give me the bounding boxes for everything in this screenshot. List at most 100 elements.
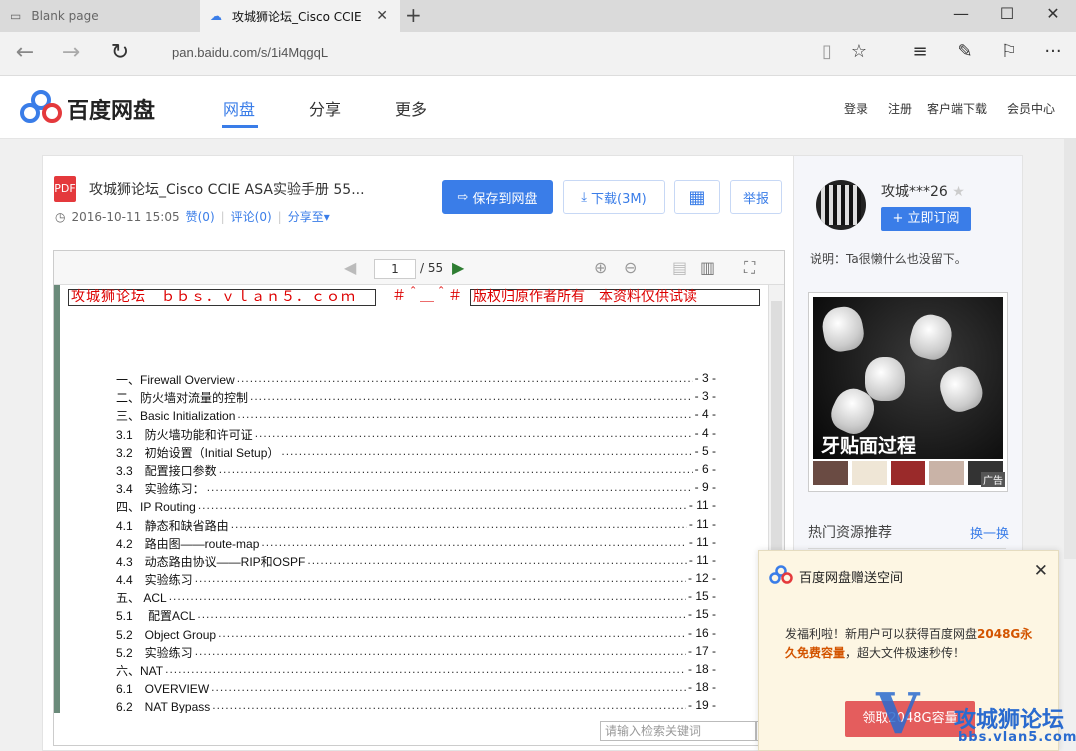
divider: | xyxy=(277,209,282,224)
toc-row: 三、Basic Initialization..................… xyxy=(116,407,716,426)
toc-entry-title: 五、 ACL xyxy=(116,589,169,608)
fullscreen-icon[interactable]: ⛶ xyxy=(744,258,755,278)
toc-leader: ........................................… xyxy=(206,480,693,495)
toc-leader: ........................................… xyxy=(236,371,693,385)
share-to-link[interactable]: 分享至▾ xyxy=(288,208,330,225)
login-link[interactable]: 登录 xyxy=(844,100,868,117)
toc-row: 5.1 配置ACL...............................… xyxy=(116,607,716,626)
toc-page-number: - 16 - xyxy=(685,625,716,644)
nav-more[interactable]: 更多 xyxy=(395,96,427,120)
save-to-pan-button[interactable]: ⇨ 保存到网盘 xyxy=(442,180,553,214)
toc-entry-title: 5.1 配置ACL xyxy=(116,607,198,626)
popup-text-a: 发福利啦！新用户可以获得百度网盘 xyxy=(785,627,978,641)
minimize-button[interactable]: — xyxy=(938,4,984,23)
report-button[interactable]: 举报 xyxy=(730,180,782,214)
page-scrollbar[interactable] xyxy=(1064,139,1076,559)
toc-page-number: - 17 - xyxy=(685,643,716,662)
toc-page-number: - 4 - xyxy=(692,425,716,444)
nav-pan[interactable]: 网盘 xyxy=(223,96,255,120)
username-text: 攻城***26 xyxy=(881,184,948,200)
hub-icon[interactable]: ≡ xyxy=(908,41,932,62)
page-icon: ▭ xyxy=(10,9,22,23)
toc-page-number: - 19 - xyxy=(685,698,716,713)
zoom-out-icon[interactable]: ⊖ xyxy=(624,258,637,277)
new-tab-button[interactable]: + xyxy=(405,3,422,27)
single-page-icon[interactable]: ▤ xyxy=(672,258,687,277)
toc-page-number: - 18 - xyxy=(685,662,716,681)
toc-leader: ........................................… xyxy=(194,643,686,658)
reading-view-icon[interactable]: ▯ xyxy=(815,41,839,62)
toc-row: 4.3 动态路由协议——RIP和OSPF....................… xyxy=(116,552,716,572)
like-link[interactable]: 赞(0) xyxy=(186,208,215,225)
toc-leader: ........................................… xyxy=(197,498,687,513)
toc-page-number: - 5 - xyxy=(692,443,716,462)
tooth-shape xyxy=(865,357,905,401)
doc-search-input[interactable]: 请输入检索关键词 xyxy=(600,721,756,741)
toc-entry-title: 5.2 Object Group xyxy=(116,625,219,644)
share-icon[interactable]: ⚐ xyxy=(997,41,1021,62)
download-icon: ⤓ xyxy=(581,189,588,205)
toc-leader: ........................................… xyxy=(218,461,693,476)
toc-entry-title: 二、防火墙对流量的控制 xyxy=(116,389,251,408)
favorite-star-icon[interactable]: ☆ xyxy=(847,41,871,62)
close-tab-icon[interactable]: ✕ xyxy=(376,8,388,24)
ad-banner[interactable]: 牙贴面过程 广告 xyxy=(808,292,1008,492)
double-page-icon[interactable]: ▥ xyxy=(700,258,715,277)
toc-row: 3.4 实验练习：...............................… xyxy=(116,480,716,499)
toc-page-number: - 4 - xyxy=(692,407,716,426)
web-note-icon[interactable]: ✎ xyxy=(953,41,977,62)
site-logo-text[interactable]: 百度网盘 xyxy=(67,93,155,125)
close-window-button[interactable]: ✕ xyxy=(1030,4,1076,23)
forward-icon[interactable]: → xyxy=(56,40,86,65)
download-button[interactable]: ⤓ 下载(3M) xyxy=(563,180,665,214)
member-center-link[interactable]: 会员中心 xyxy=(1007,100,1055,117)
site-header: 百度网盘 网盘 分享 更多 登录 注册 客户端下载 会员中心 xyxy=(0,76,1076,139)
pdf-icon: PDF xyxy=(54,176,76,202)
refresh-hot-link[interactable]: 换一换 xyxy=(970,523,1009,542)
toc-leader: ........................................… xyxy=(307,552,687,567)
register-link[interactable]: 注册 xyxy=(888,100,912,117)
avatar[interactable] xyxy=(816,180,866,230)
toc-entry-title: 5.2 实验练习 xyxy=(116,643,195,662)
toc-leader: ........................................… xyxy=(168,589,686,604)
chevron-down-icon: ▾ xyxy=(323,210,330,224)
toc-entry-title: 一、Firewall Overview xyxy=(116,371,237,390)
page-number-input[interactable]: 1 xyxy=(374,259,416,279)
address-bar: ← → ↻ pan.baidu.com/s/1i4MqgqL ▯ ☆ ≡ ✎ ⚐… xyxy=(0,32,1076,76)
clock-icon: ◷ xyxy=(55,209,66,224)
close-icon[interactable]: ✕ xyxy=(1034,561,1048,581)
back-icon[interactable]: ← xyxy=(10,40,40,65)
toc-row: 3.3 配置接口参数..............................… xyxy=(116,461,716,481)
url-field[interactable]: pan.baidu.com/s/1i4MqgqL xyxy=(172,45,328,60)
ad-thumbnail[interactable] xyxy=(851,461,887,485)
toc-row: 六、NAT...................................… xyxy=(116,662,716,681)
file-card: PDF 攻城狮论坛_Cisco CCIE ASA实验手册 55... ◷ 201… xyxy=(42,155,794,751)
toc-leader: ........................................… xyxy=(197,607,686,622)
toc-row: 四、IP Routing............................… xyxy=(116,498,716,517)
toc-row: 6.1 OVERVIEW............................… xyxy=(116,680,716,699)
tab-blank-page[interactable]: ▭ Blank page xyxy=(0,0,200,32)
refresh-icon[interactable]: ↻ xyxy=(105,40,135,65)
toc-entry-title: 6.2 NAT Bypass xyxy=(116,698,213,713)
nav-share[interactable]: 分享 xyxy=(309,96,341,120)
username: 攻城***26 ★ xyxy=(881,181,965,201)
toc-entry-title: 四、IP Routing xyxy=(116,498,198,517)
zoom-in-icon[interactable]: ⊕ xyxy=(594,258,607,277)
prev-page-icon[interactable]: ◀ xyxy=(344,258,356,277)
comment-link[interactable]: 评论(0) xyxy=(231,208,272,225)
ad-thumbnail[interactable] xyxy=(890,461,926,485)
baidu-cloud-icon: ☁ xyxy=(210,9,222,23)
avatar-qr-image xyxy=(821,185,861,225)
subscribe-button[interactable]: + 立即订阅 xyxy=(881,207,971,231)
qr-code-icon: ▦ xyxy=(688,186,706,208)
maximize-button[interactable]: ☐ xyxy=(984,4,1030,23)
ad-thumbnail[interactable] xyxy=(813,461,848,485)
more-icon[interactable]: ··· xyxy=(1041,41,1065,62)
toc-page-number: - 15 - xyxy=(685,607,716,626)
file-date: 2016-10-11 15:05 xyxy=(71,209,180,224)
qr-code-button[interactable]: ▦ xyxy=(674,180,720,214)
ad-thumbnail[interactable] xyxy=(929,461,965,485)
next-page-icon[interactable]: ▶ xyxy=(452,258,464,277)
tab-baidu-pan[interactable]: ☁ 攻城狮论坛_Cisco CCIE ✕ xyxy=(200,0,400,32)
client-download-link[interactable]: 客户端下载 xyxy=(927,100,987,117)
